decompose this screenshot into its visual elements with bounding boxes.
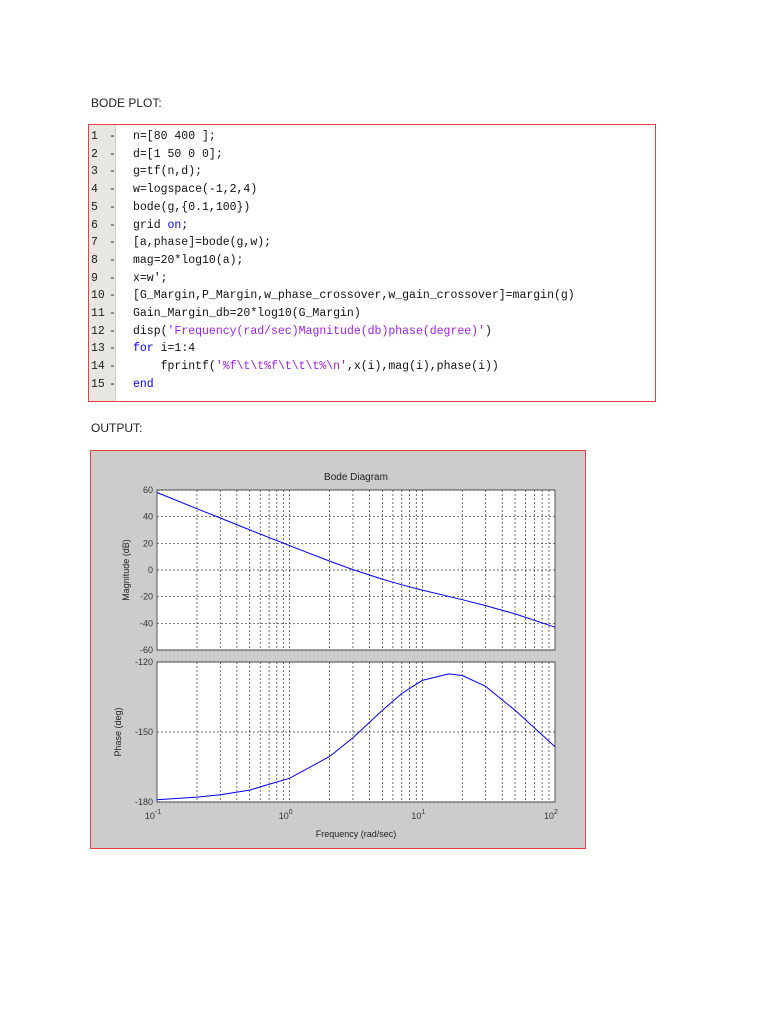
breakpoint-dash: - <box>109 130 116 143</box>
code-text: w=logspace(-1,2,4) <box>133 181 257 198</box>
chart-title: Bode Diagram <box>324 472 388 483</box>
line-number: 14 <box>91 360 105 374</box>
code-plain: ) <box>484 324 492 338</box>
code-text: d=[1 50 0 0]; <box>133 146 223 163</box>
line-number: 15 <box>91 377 105 391</box>
code-plain: x=w'; <box>133 271 168 285</box>
breakpoint-dash: - <box>109 271 116 285</box>
code-text: g=tf(n,d); <box>133 163 202 180</box>
x-axis-label: Frequency (rad/sec) <box>316 829 397 839</box>
line-number: 11 <box>91 307 105 320</box>
code-plain: ,x(i),mag(i),phase(i)) <box>346 360 499 374</box>
code-text: n=[80 400 ]; <box>133 128 216 145</box>
breakpoint-dash: - <box>109 218 116 232</box>
code-plain: ; <box>181 218 189 232</box>
breakpoint-dash: - <box>109 200 116 214</box>
y-tick-label: 40 <box>143 512 153 522</box>
breakpoint-dash: - <box>109 147 116 161</box>
code-editor: 1- n=[80 400 ]; 2- d=[1 50 0 0]; 3- g=tf(n,d)… <box>88 124 656 402</box>
bode-figure: 60 40 20 0 -20 -40 -60 Magnitude (dB) -120 -150 -1… <box>90 450 586 849</box>
code-plain: g=tf(n,d); <box>133 165 203 179</box>
y-axis-label: Phase (deg) <box>113 707 123 756</box>
x-tick-label: 101 <box>411 809 425 821</box>
line-number: 1 <box>91 130 98 143</box>
code-text: [G_Margin,P_Margin,w_phase_crossover,w_g… <box>133 287 575 304</box>
breakpoint-dash: - <box>109 324 116 338</box>
line-number: 3 <box>91 165 98 179</box>
breakpoint-dash: - <box>109 289 116 303</box>
code-plain: d=[1 50 0 0]; <box>133 147 223 161</box>
output-heading: OUTPUT: <box>91 421 143 435</box>
x-tick-label: 102 <box>544 809 558 821</box>
code-text: Gain_Margin_db=20*log10(G_Margin) <box>133 305 361 322</box>
y-tick-label: 20 <box>143 538 153 548</box>
code-text: disp('Frequency(rad/sec)Magnitude(db)pha… <box>133 323 492 340</box>
x-tick-label: 100 <box>279 809 293 821</box>
y-tick-label: -40 <box>140 618 153 628</box>
y-axis-label: Magnitude (dB) <box>121 539 131 601</box>
code-text: grid on; <box>133 217 188 234</box>
code-text: for i=1:4 <box>133 340 195 357</box>
line-number: 5 <box>91 200 98 214</box>
code-text: fprintf('%f\t\t%f\t\t\t%\n',x(i),mag(i),… <box>133 358 499 375</box>
y-tick-label: 60 <box>143 485 153 495</box>
line-number: 12 <box>91 324 105 338</box>
line-number: 7 <box>91 236 98 250</box>
code-plain: [G_Margin,P_Margin,w_phase_crossover,w_g… <box>133 289 575 303</box>
breakpoint-dash: - <box>109 183 116 197</box>
bode-chart: 60 40 20 0 -20 -40 -60 Magnitude (dB) -120 -150 -1… <box>113 472 558 839</box>
code-text: bode(g,{0.1,100}) <box>133 199 250 216</box>
code-heading: BODE PLOT: <box>91 96 162 110</box>
code-plain: fprintf( <box>133 360 216 374</box>
code-keyword: on <box>167 218 182 232</box>
axes-0 <box>156 489 556 651</box>
axes-1 <box>156 661 556 803</box>
y-tick-label: -150 <box>135 727 153 737</box>
y-tick-label: -180 <box>135 797 153 807</box>
line-number: 6 <box>91 218 98 232</box>
code-plain: bode(g,{0.1,100}) <box>133 200 251 214</box>
code-plain: grid <box>133 218 168 232</box>
breakpoint-dash: - <box>109 377 116 391</box>
line-number: 8 <box>91 253 98 267</box>
breakpoint-dash: - <box>109 253 116 267</box>
code-plain: [a,phase]=bode(g,w); <box>133 236 272 250</box>
line-number: 2 <box>91 147 98 161</box>
code-text: x=w'; <box>133 270 168 287</box>
breakpoint-dash: - <box>109 342 116 356</box>
code-text: end <box>133 376 154 393</box>
code-plain: w=logspace(-1,2,4) <box>133 183 258 197</box>
code-text: [a,phase]=bode(g,w); <box>133 234 271 251</box>
code-text: mag=20*log10(a); <box>133 252 243 269</box>
breakpoint-dash: - <box>109 236 116 250</box>
code-keyword: for <box>133 342 154 356</box>
x-tick-label: 10-1 <box>145 809 161 821</box>
y-tick-label: -120 <box>135 657 153 667</box>
y-tick-label: -60 <box>140 645 153 655</box>
breakpoint-dash: - <box>109 360 116 374</box>
y-tick-label: -20 <box>140 592 153 602</box>
code-string: 'Frequency(rad/sec)Magnitude(db)phase(de… <box>167 324 485 338</box>
line-number: 9 <box>91 271 98 285</box>
code-plain: disp( <box>133 324 168 338</box>
breakpoint-dash: - <box>109 307 116 320</box>
breakpoint-dash: - <box>109 165 116 179</box>
code-plain: mag=20*log10(a); <box>133 253 244 267</box>
code-string: '%f\t\t%f\t\t\t%\n' <box>215 360 347 374</box>
y-tick-label: 0 <box>148 565 153 575</box>
line-number: 4 <box>91 183 98 197</box>
code-plain: Gain_Margin_db=20*log10(G_Margin) <box>133 307 361 320</box>
code-keyword: end <box>133 377 154 391</box>
line-number: 13 <box>91 342 105 356</box>
line-number: 10 <box>91 289 105 303</box>
code-plain: n=[80 400 ]; <box>133 130 216 143</box>
code-plain: i=1:4 <box>153 342 196 356</box>
